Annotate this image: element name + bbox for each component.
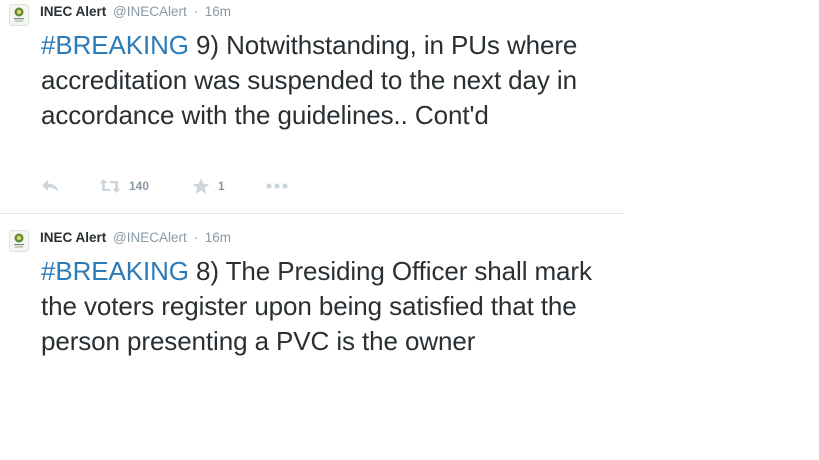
star-icon [192, 178, 210, 194]
tweet[interactable]: INEC Alert @INECAlert · 16m #BREAKING 9)… [0, 0, 624, 214]
author-handle[interactable]: @INECAlert [113, 4, 187, 19]
timestamp[interactable]: 16m [205, 230, 231, 245]
author-name[interactable]: INEC Alert [40, 4, 106, 19]
inec-logo-icon [14, 7, 24, 22]
separator: · [193, 4, 199, 19]
tweet-header: INEC Alert @INECAlert · 16m [40, 3, 231, 21]
tweet-header: INEC Alert @INECAlert · 16m [40, 229, 231, 247]
more-button[interactable] [266, 183, 288, 189]
tweet-text: #BREAKING 8) The Presiding Officer shall… [41, 254, 631, 359]
hashtag-link[interactable]: #BREAKING [41, 256, 189, 286]
tweet-actions: 140 1 [41, 176, 288, 196]
favorite-count: 1 [218, 179, 225, 193]
more-icon [266, 183, 288, 189]
tweet[interactable]: INEC Alert @INECAlert · 16m #BREAKING 8)… [0, 226, 624, 426]
retweet-count: 140 [129, 179, 150, 193]
avatar[interactable] [9, 4, 29, 26]
author-name[interactable]: INEC Alert [40, 230, 106, 245]
reply-icon [42, 180, 59, 192]
hashtag-link[interactable]: #BREAKING [41, 30, 189, 60]
author-handle[interactable]: @INECAlert [113, 230, 187, 245]
tweet-feed: INEC Alert @INECAlert · 16m #BREAKING 9)… [0, 0, 819, 460]
timestamp[interactable]: 16m [205, 4, 231, 19]
favorite-button[interactable]: 1 [192, 178, 266, 195]
separator: · [193, 230, 199, 245]
inec-logo-icon [14, 233, 24, 248]
tweet-text: #BREAKING 9) Notwithstanding, in PUs whe… [41, 28, 631, 133]
retweet-icon [99, 179, 121, 193]
retweet-button[interactable]: 140 [99, 178, 192, 194]
reply-button[interactable] [41, 178, 99, 194]
avatar[interactable] [9, 230, 29, 252]
